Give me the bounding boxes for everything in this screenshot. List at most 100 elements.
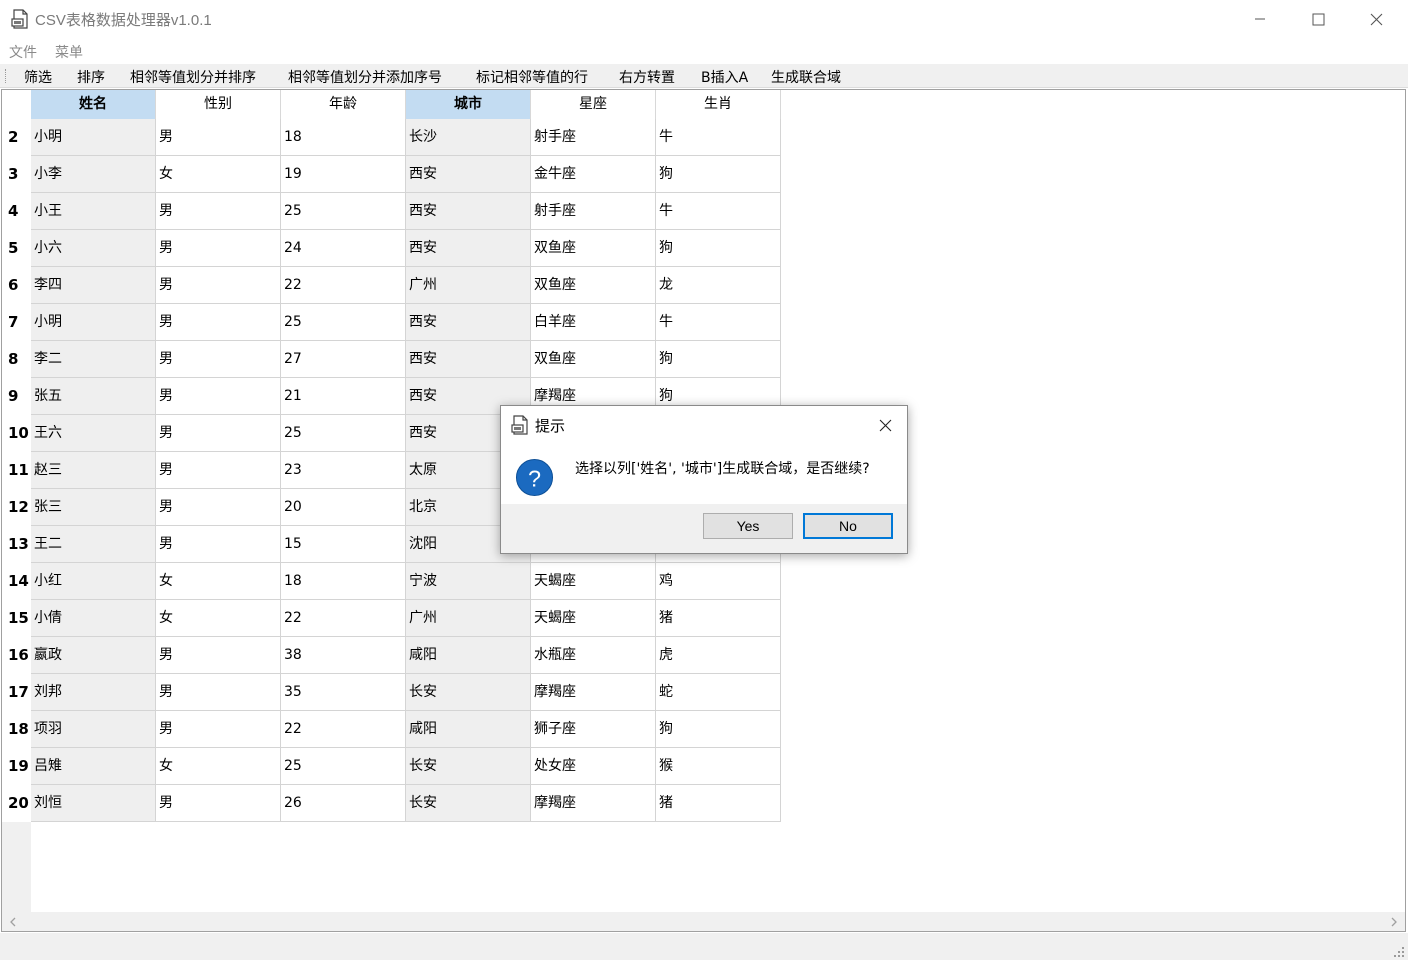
table-cell[interactable]: 西安 <box>406 304 531 341</box>
row-header[interactable]: 14 <box>2 563 31 600</box>
table-cell[interactable]: 男 <box>156 526 281 563</box>
maximize-button[interactable] <box>1289 0 1347 38</box>
toolbar-joint-domain-button[interactable]: 生成联合域 <box>771 67 841 87</box>
table-cell[interactable]: 狗 <box>656 230 781 267</box>
table-cell[interactable]: 15 <box>281 526 406 563</box>
table-cell[interactable]: 西安 <box>406 341 531 378</box>
column-header[interactable]: 城市 <box>406 90 531 119</box>
table-cell[interactable]: 广州 <box>406 600 531 637</box>
table-cell[interactable]: 吕雉 <box>31 748 156 785</box>
table-cell[interactable]: 牛 <box>656 119 781 156</box>
table-cell[interactable]: 男 <box>156 119 281 156</box>
row-header[interactable]: 16 <box>2 637 31 674</box>
table-cell[interactable]: 张五 <box>31 378 156 415</box>
table-cell[interactable]: 宁波 <box>406 563 531 600</box>
toolbar-transpose-button[interactable]: 右方转置 <box>619 67 675 87</box>
table-cell[interactable]: 小红 <box>31 563 156 600</box>
table-cell[interactable]: 天蝎座 <box>531 600 656 637</box>
table-cell[interactable]: 男 <box>156 415 281 452</box>
toolbar-group-number-button[interactable]: 相邻等值划分并添加序号 <box>288 67 442 87</box>
close-button[interactable] <box>1347 0 1405 38</box>
table-cell[interactable]: 女 <box>156 748 281 785</box>
table-cell[interactable]: 嬴政 <box>31 637 156 674</box>
table-cell[interactable]: 狗 <box>656 341 781 378</box>
table-cell[interactable]: 射手座 <box>531 119 656 156</box>
table-cell[interactable]: 男 <box>156 193 281 230</box>
table-cell[interactable]: 王二 <box>31 526 156 563</box>
table-cell[interactable]: 猴 <box>656 748 781 785</box>
row-header[interactable]: 7 <box>2 304 31 341</box>
table-cell[interactable]: 长安 <box>406 748 531 785</box>
table-cell[interactable]: 小六 <box>31 230 156 267</box>
table-cell[interactable]: 西安 <box>406 193 531 230</box>
column-header[interactable]: 年龄 <box>281 90 406 119</box>
table-cell[interactable]: 男 <box>156 378 281 415</box>
row-header[interactable]: 15 <box>2 600 31 637</box>
table-cell[interactable]: 23 <box>281 452 406 489</box>
table-cell[interactable]: 男 <box>156 674 281 711</box>
table-cell[interactable]: 项羽 <box>31 711 156 748</box>
table-cell[interactable]: 鸡 <box>656 563 781 600</box>
table-cell[interactable]: 小李 <box>31 156 156 193</box>
table-cell[interactable]: 27 <box>281 341 406 378</box>
table-cell[interactable]: 白羊座 <box>531 304 656 341</box>
column-header[interactable]: 性别 <box>156 90 281 119</box>
table-cell[interactable]: 西安 <box>406 156 531 193</box>
table-cell[interactable]: 李四 <box>31 267 156 304</box>
toolbar-mark-rows-button[interactable]: 标记相邻等值的行 <box>476 67 588 87</box>
toolbar-group-sort-button[interactable]: 相邻等值划分并排序 <box>130 67 256 87</box>
table-cell[interactable]: 刘恒 <box>31 785 156 822</box>
row-header[interactable]: 13 <box>2 526 31 563</box>
table-cell[interactable]: 小王 <box>31 193 156 230</box>
table-cell[interactable]: 女 <box>156 563 281 600</box>
row-header[interactable]: 18 <box>2 711 31 748</box>
table-cell[interactable]: 双鱼座 <box>531 267 656 304</box>
table-cell[interactable]: 赵三 <box>31 452 156 489</box>
toolbar-insert-button[interactable]: B插入A <box>701 67 748 87</box>
scroll-left-icon[interactable] <box>7 916 19 928</box>
table-cell[interactable]: 25 <box>281 304 406 341</box>
column-header[interactable]: 星座 <box>531 90 656 119</box>
table-cell[interactable]: 狮子座 <box>531 711 656 748</box>
table-cell[interactable]: 摩羯座 <box>531 674 656 711</box>
scroll-right-icon[interactable] <box>1388 916 1400 928</box>
row-header[interactable]: 11 <box>2 452 31 489</box>
resize-grip-icon[interactable] <box>1393 946 1405 958</box>
dialog-close-button[interactable] <box>873 414 897 436</box>
table-cell[interactable]: 24 <box>281 230 406 267</box>
row-header[interactable]: 2 <box>2 119 31 156</box>
row-header[interactable]: 20 <box>2 785 31 822</box>
table-cell[interactable]: 35 <box>281 674 406 711</box>
table-cell[interactable]: 处女座 <box>531 748 656 785</box>
row-header[interactable]: 5 <box>2 230 31 267</box>
table-cell[interactable]: 长安 <box>406 785 531 822</box>
menu-menu[interactable]: 菜单 <box>55 42 83 62</box>
table-cell[interactable]: 猪 <box>656 600 781 637</box>
grid-corner[interactable] <box>2 90 31 119</box>
table-cell[interactable]: 蛇 <box>656 674 781 711</box>
row-header[interactable]: 19 <box>2 748 31 785</box>
table-cell[interactable]: 22 <box>281 600 406 637</box>
table-cell[interactable]: 龙 <box>656 267 781 304</box>
table-cell[interactable]: 小明 <box>31 304 156 341</box>
table-cell[interactable]: 射手座 <box>531 193 656 230</box>
table-cell[interactable]: 牛 <box>656 193 781 230</box>
table-cell[interactable]: 38 <box>281 637 406 674</box>
table-cell[interactable]: 西安 <box>406 230 531 267</box>
table-cell[interactable]: 王六 <box>31 415 156 452</box>
table-cell[interactable]: 水瓶座 <box>531 637 656 674</box>
table-cell[interactable]: 张三 <box>31 489 156 526</box>
table-cell[interactable]: 男 <box>156 489 281 526</box>
table-cell[interactable]: 男 <box>156 711 281 748</box>
row-header[interactable]: 10 <box>2 415 31 452</box>
toolbar-grip[interactable] <box>5 69 8 83</box>
column-header[interactable]: 生肖 <box>656 90 781 119</box>
toolbar-filter-button[interactable]: 筛选 <box>24 67 52 87</box>
table-cell[interactable]: 小明 <box>31 119 156 156</box>
table-cell[interactable]: 狗 <box>656 711 781 748</box>
table-cell[interactable]: 22 <box>281 711 406 748</box>
table-cell[interactable]: 22 <box>281 267 406 304</box>
table-cell[interactable]: 双鱼座 <box>531 230 656 267</box>
table-cell[interactable]: 25 <box>281 193 406 230</box>
table-cell[interactable]: 25 <box>281 415 406 452</box>
